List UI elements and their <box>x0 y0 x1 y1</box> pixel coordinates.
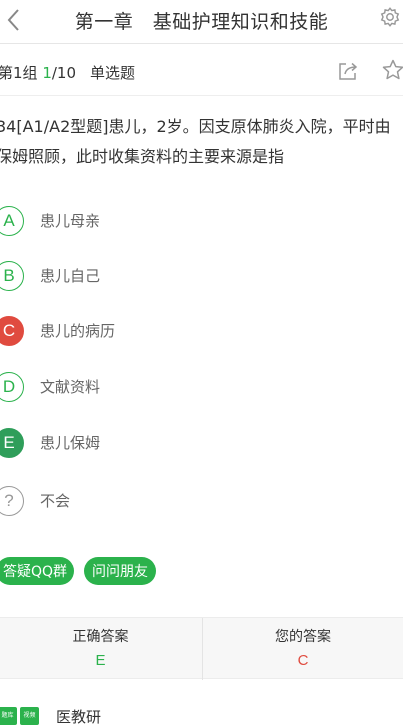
option-a[interactable]: A 患儿母亲 <box>0 206 294 238</box>
top-navigation-bar: 第一章 基础护理知识和技能 <box>0 0 403 44</box>
correct-answer-label: 正确答案 <box>72 629 129 645</box>
option-letter-badge: A <box>0 206 24 236</box>
your-answer-column: 您的答案 C <box>202 618 403 680</box>
qq-group-button[interactable]: 答疑QQ群 <box>0 557 74 585</box>
option-c[interactable]: C 患儿的病历 <box>0 316 294 348</box>
share-icon[interactable] <box>337 60 359 82</box>
group-name: 第1组 <box>0 64 38 82</box>
chapter-title: 第一章 基础护理知识和技能 <box>74 11 329 33</box>
question-type: 单选题 <box>90 64 136 82</box>
question-info-bar: 第1组 1/10 单选题 <box>0 44 403 96</box>
option-label: 不会 <box>40 492 71 510</box>
option-e[interactable]: E 患儿保姆 <box>0 428 294 460</box>
brand-name: 医教研 <box>56 708 102 725</box>
brand-logo: 题库 视频 <box>0 707 42 725</box>
logo-tile-right: 视频 <box>20 707 39 725</box>
option-letter-badge-wrong: C <box>0 316 24 346</box>
back-chevron-icon[interactable] <box>4 6 24 34</box>
correct-answer-value: E <box>95 652 106 669</box>
gear-icon[interactable] <box>379 6 401 28</box>
option-label: 患儿自己 <box>40 267 101 285</box>
ask-friends-button[interactable]: 问问朋友 <box>84 557 156 585</box>
option-label: 患儿母亲 <box>40 212 101 230</box>
current-question-number: 1 <box>42 64 52 82</box>
option-letter-badge: B <box>0 261 24 291</box>
option-label: 文献资料 <box>40 378 101 396</box>
option-label: 患儿的病历 <box>40 322 116 340</box>
option-letter-badge: D <box>0 372 24 402</box>
option-d[interactable]: D 文献资料 <box>0 372 294 404</box>
correct-answer-column: 正确答案 E <box>0 618 201 680</box>
total-question-count: /10 <box>51 64 77 82</box>
logo-tile-left: 题库 <box>0 707 17 725</box>
option-dont-know[interactable]: ? 不会 <box>0 486 294 518</box>
answer-panel: 正确答案 E 您的答案 C <box>0 617 403 680</box>
your-answer-label: 您的答案 <box>275 629 331 645</box>
question-mark-icon: ? <box>0 486 24 516</box>
option-b[interactable]: B 患儿自己 <box>0 261 294 293</box>
star-icon[interactable] <box>381 58 403 82</box>
your-answer-value: C <box>297 652 309 669</box>
option-letter-badge-correct: E <box>0 428 24 458</box>
question-text: 34[A1/A2型题]患儿，2岁。因支原体肺炎入院，平时由保姆照顾，此时收集资料… <box>0 117 391 166</box>
option-label: 患儿保姆 <box>40 434 101 452</box>
group-progress: 第1组 1/10 <box>0 62 76 83</box>
